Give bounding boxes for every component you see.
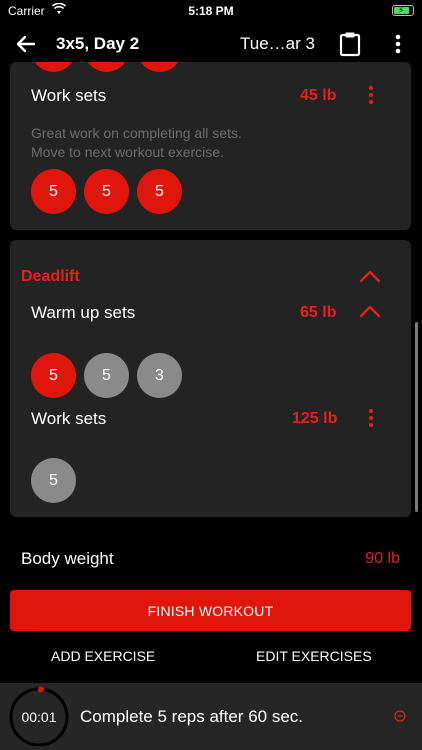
status-time: 5:18 PM bbox=[188, 4, 234, 18]
workout-date[interactable]: Tue…ar 3 bbox=[240, 34, 315, 54]
close-circle-icon[interactable] bbox=[394, 710, 406, 722]
work-set-circle[interactable]: 5 bbox=[31, 169, 76, 214]
set-circle[interactable]: 5 bbox=[84, 62, 129, 72]
status-bar: Carrier 5:18 PM ⚡ bbox=[0, 0, 422, 22]
completion-message: Great work on completing all sets. Move … bbox=[31, 124, 242, 162]
work-sets-menu-icon[interactable] bbox=[365, 407, 377, 429]
body-weight-value[interactable]: 90 lb bbox=[365, 550, 400, 568]
body-weight-label: Body weight bbox=[21, 549, 114, 568]
warm-up-set-circle[interactable]: 5 bbox=[31, 353, 76, 398]
warm-up-set-circle[interactable]: 3 bbox=[137, 353, 182, 398]
timer-time: 00:01 bbox=[21, 709, 57, 725]
warm-up-weight[interactable]: 65 lb bbox=[300, 304, 336, 322]
work-set-circle[interactable]: 5 bbox=[31, 458, 76, 503]
set-circle[interactable]: 5 bbox=[137, 62, 182, 72]
work-set-circle[interactable]: 5 bbox=[137, 169, 182, 214]
chevron-up-icon[interactable] bbox=[359, 304, 381, 318]
clipboard-icon[interactable] bbox=[339, 31, 361, 57]
back-arrow-icon[interactable] bbox=[14, 32, 38, 56]
work-sets-label: Work sets bbox=[31, 409, 107, 428]
timer-message: Complete 5 reps after 60 sec. bbox=[80, 707, 304, 726]
page-title: 3x5, Day 2 bbox=[56, 34, 140, 53]
completion-message-line2: Move to next workout exercise. bbox=[31, 144, 224, 160]
chevron-up-icon[interactable] bbox=[359, 269, 381, 283]
finish-workout-button[interactable]: FINISH WORKOUT bbox=[10, 590, 411, 631]
edit-exercises-button[interactable]: EDIT EXERCISES bbox=[256, 648, 372, 664]
work-sets-menu-icon[interactable] bbox=[365, 84, 377, 106]
warm-up-sets-label: Warm up sets bbox=[31, 303, 136, 322]
warm-up-set-circle[interactable]: 5 bbox=[84, 353, 129, 398]
scrollbar[interactable] bbox=[415, 322, 418, 512]
app-bar: 3x5, Day 2 Tue…ar 3 bbox=[0, 22, 422, 66]
completion-message-line1: Great work on completing all sets. bbox=[31, 125, 242, 141]
work-set-circle[interactable]: 5 bbox=[84, 169, 129, 214]
exercise-card-deadlift: Deadlift Warm up sets 65 lb 5 5 3 Work s… bbox=[10, 240, 411, 517]
add-exercise-button[interactable]: ADD EXERCISE bbox=[51, 648, 155, 664]
more-vertical-icon[interactable] bbox=[388, 32, 408, 56]
battery-icon: ⚡ bbox=[392, 5, 414, 16]
exercise-card-previous: 5 5 5 Work sets 45 lb Great work on comp… bbox=[10, 62, 411, 230]
rest-timer-bar: 00:01 Complete 5 reps after 60 sec. bbox=[0, 683, 422, 750]
work-sets-weight[interactable]: 45 lb bbox=[300, 87, 336, 105]
exercise-name[interactable]: Deadlift bbox=[21, 268, 80, 286]
set-circle[interactable]: 5 bbox=[31, 62, 76, 72]
work-sets-weight[interactable]: 125 lb bbox=[292, 410, 337, 428]
work-sets-label: Work sets bbox=[31, 86, 107, 105]
